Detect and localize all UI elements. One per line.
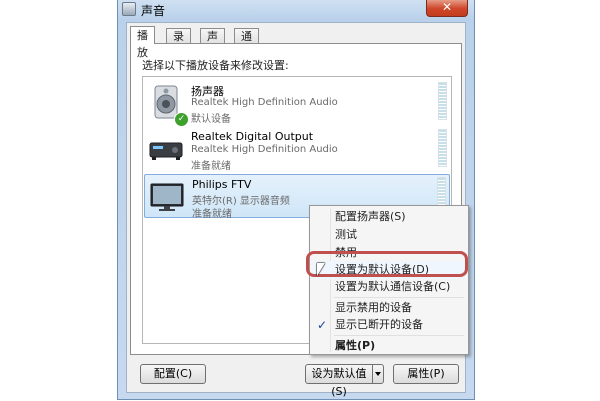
menu-item-properties[interactable]: 属性(P) [312,337,466,355]
menu-item-label: 显示已断开的设备 [335,318,423,331]
instruction-text: 选择以下播放设备来修改设置: [142,59,289,72]
menu-separator [334,297,464,298]
speaker-title-icon [122,2,136,16]
menu-item-show-disconnected[interactable]: ✓ 显示已断开的设备 [312,316,466,334]
device-item-speakers[interactable]: ✓ 扬声器 Realtek High Definition Audio 默认设备 [144,80,450,127]
highlight-annotation [306,251,468,277]
digital-output-icon [148,131,184,167]
menu-item-set-default-comm-device[interactable]: 设置为默认通信设备(C) [312,278,466,296]
mouse-cursor-icon [317,263,325,276]
speaker-icon: ✓ [148,84,189,127]
device-description: Realtek High Definition Audio [191,144,338,155]
device-status: 默认设备 [191,114,231,125]
tab-communications[interactable]: 通信 [234,28,259,58]
set-default-button[interactable]: 设为默认值(S) [305,364,373,398]
window-title: 声音 [141,4,166,18]
device-name: Philips FTV [192,178,252,191]
menu-item-show-disabled[interactable]: 显示禁用的设备 [312,299,466,317]
checkmark-icon: ✓ [317,318,328,332]
configure-button[interactable]: 配置(C) [140,364,206,384]
menu-separator [334,335,464,336]
close-button[interactable]: ✕ [426,0,468,17]
title-bar[interactable]: 声音 ✕ [118,0,474,18]
device-item-digital-output[interactable]: Realtek Digital Output Realtek High Defi… [144,127,450,172]
menu-item-test[interactable]: 测试 [312,226,466,244]
tab-playback[interactable]: 播放 [130,26,155,59]
properties-button[interactable]: 属性(P) [393,364,459,384]
device-name: Realtek Digital Output [191,130,314,143]
level-meter [438,82,447,120]
device-status: 准备就绪 [192,209,232,220]
set-default-dropdown-arrow[interactable] [372,364,384,384]
device-status: 准备就绪 [191,161,231,172]
default-check-icon: ✓ [174,112,189,127]
menu-item-configure-speakers[interactable]: 配置扬声器(S) [312,208,466,226]
monitor-icon [149,179,185,215]
tab-sounds[interactable]: 声音 [200,28,225,58]
tab-recording[interactable]: 录制 [166,28,191,58]
device-context-menu: 配置扬声器(S) 测试 禁用 设置为默认设备(D) 设置为默认通信设备(C) 显… [309,205,469,355]
device-description: Realtek High Definition Audio [191,97,338,108]
level-meter [438,129,447,167]
